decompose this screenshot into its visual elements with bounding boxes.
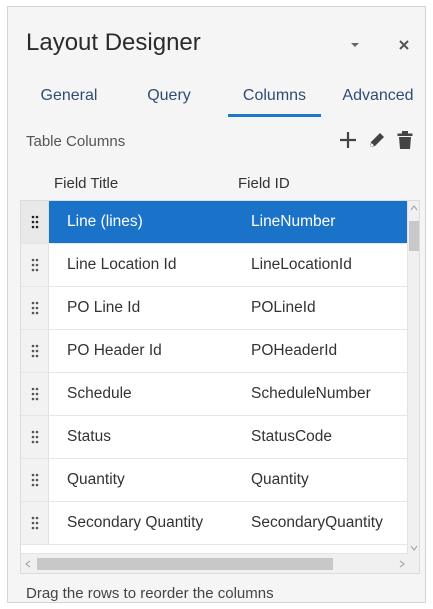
drag-handle[interactable] [21,502,49,544]
drag-handle-icon [31,215,38,229]
field-id-cell: ScheduleNumber [251,385,371,402]
chevron-down-icon [410,545,418,551]
columns-table: Line (lines) LineNumber Line Location Id Li… [20,200,420,574]
drag-handle[interactable] [21,287,49,329]
vertical-scrollbar[interactable] [407,201,419,573]
drag-handle-icon [31,387,38,401]
scroll-left-arrow[interactable] [21,556,35,572]
layout-designer-panel: Layout Designer General Query Columns Ad… [7,6,426,603]
delete-column-button[interactable] [393,126,417,154]
table-rows: Line (lines) LineNumber Line Location Id Li… [21,201,409,545]
tab-advanced[interactable]: Advanced [335,83,421,117]
trash-icon [397,131,413,149]
chevron-left-icon [25,560,31,568]
table-columns-label: Table Columns [26,133,126,150]
table-row[interactable]: PO Header Id POHeaderId [21,330,409,373]
pencil-icon [370,133,384,147]
vertical-scroll-thumb[interactable] [409,221,419,251]
field-title-cell: Line Location Id [67,256,177,273]
drag-handle[interactable] [21,330,49,372]
field-title-cell: Schedule [67,385,132,402]
table-row[interactable]: PO Line Id POLineId [21,287,409,330]
panel-title: Layout Designer [26,29,201,56]
table-row[interactable]: Line Location Id LineLocationId [21,244,409,287]
tab-general[interactable]: General [34,83,104,117]
tab-columns[interactable]: Columns [228,83,321,117]
chevron-down-icon [351,43,359,47]
chevron-up-icon [410,205,418,211]
field-id-cell: POHeaderId [251,342,338,359]
table-row[interactable]: Schedule ScheduleNumber [21,373,409,416]
drag-handle-icon [31,258,38,272]
tab-bar: General Query Columns Advanced [8,83,425,119]
drag-handle[interactable] [21,244,49,286]
drag-handle-icon [31,430,38,444]
close-icon [399,40,409,50]
table-row[interactable]: Status StatusCode [21,416,409,459]
drag-handle[interactable] [21,459,49,501]
horizontal-scroll-thumb[interactable] [37,558,333,570]
column-header-field-title: Field Title [54,175,119,192]
plus-icon [340,132,356,148]
field-title-cell: Secondary Quantity [67,514,204,531]
field-id-cell: SecondaryQuantity [251,514,383,531]
table-row[interactable]: Quantity Quantity [21,459,409,502]
field-id-cell: StatusCode [251,428,332,445]
panel-menu-button[interactable] [345,35,365,55]
drag-handle[interactable] [21,373,49,415]
drag-handle-icon [31,516,38,530]
close-button[interactable] [394,35,414,55]
field-id-cell: LineNumber [251,213,336,230]
drag-handle[interactable] [21,201,49,243]
table-row[interactable]: Secondary Quantity SecondaryQuantity [21,502,409,545]
field-id-cell: POLineId [251,299,316,316]
field-title-cell: Status [67,428,111,445]
add-column-button[interactable] [336,126,360,154]
reorder-hint: Drag the rows to reorder the columns [26,585,274,602]
edit-column-button[interactable] [365,126,389,154]
horizontal-scrollbar[interactable] [21,553,409,573]
column-header-field-id: Field ID [238,175,290,192]
field-title-cell: PO Line Id [67,299,141,316]
field-id-cell: LineLocationId [251,256,352,273]
field-title-cell: Quantity [67,471,125,488]
tab-general-label: General [40,87,98,104]
field-title-cell: Line (lines) [67,213,143,230]
drag-handle[interactable] [21,416,49,458]
drag-handle-icon [31,473,38,487]
tab-query-label: Query [147,87,191,104]
tab-query[interactable]: Query [139,83,199,117]
drag-handle-icon [31,344,38,358]
field-title-cell: PO Header Id [67,342,162,359]
chevron-right-icon [399,560,405,568]
field-id-cell: Quantity [251,471,309,488]
scroll-up-arrow[interactable] [408,201,419,215]
drag-handle-icon [31,301,38,315]
tab-advanced-label: Advanced [342,87,414,104]
tab-columns-label: Columns [242,87,307,104]
table-row[interactable]: Line (lines) LineNumber [21,201,409,244]
scroll-down-arrow[interactable] [408,541,419,555]
scroll-right-arrow[interactable] [395,556,409,572]
